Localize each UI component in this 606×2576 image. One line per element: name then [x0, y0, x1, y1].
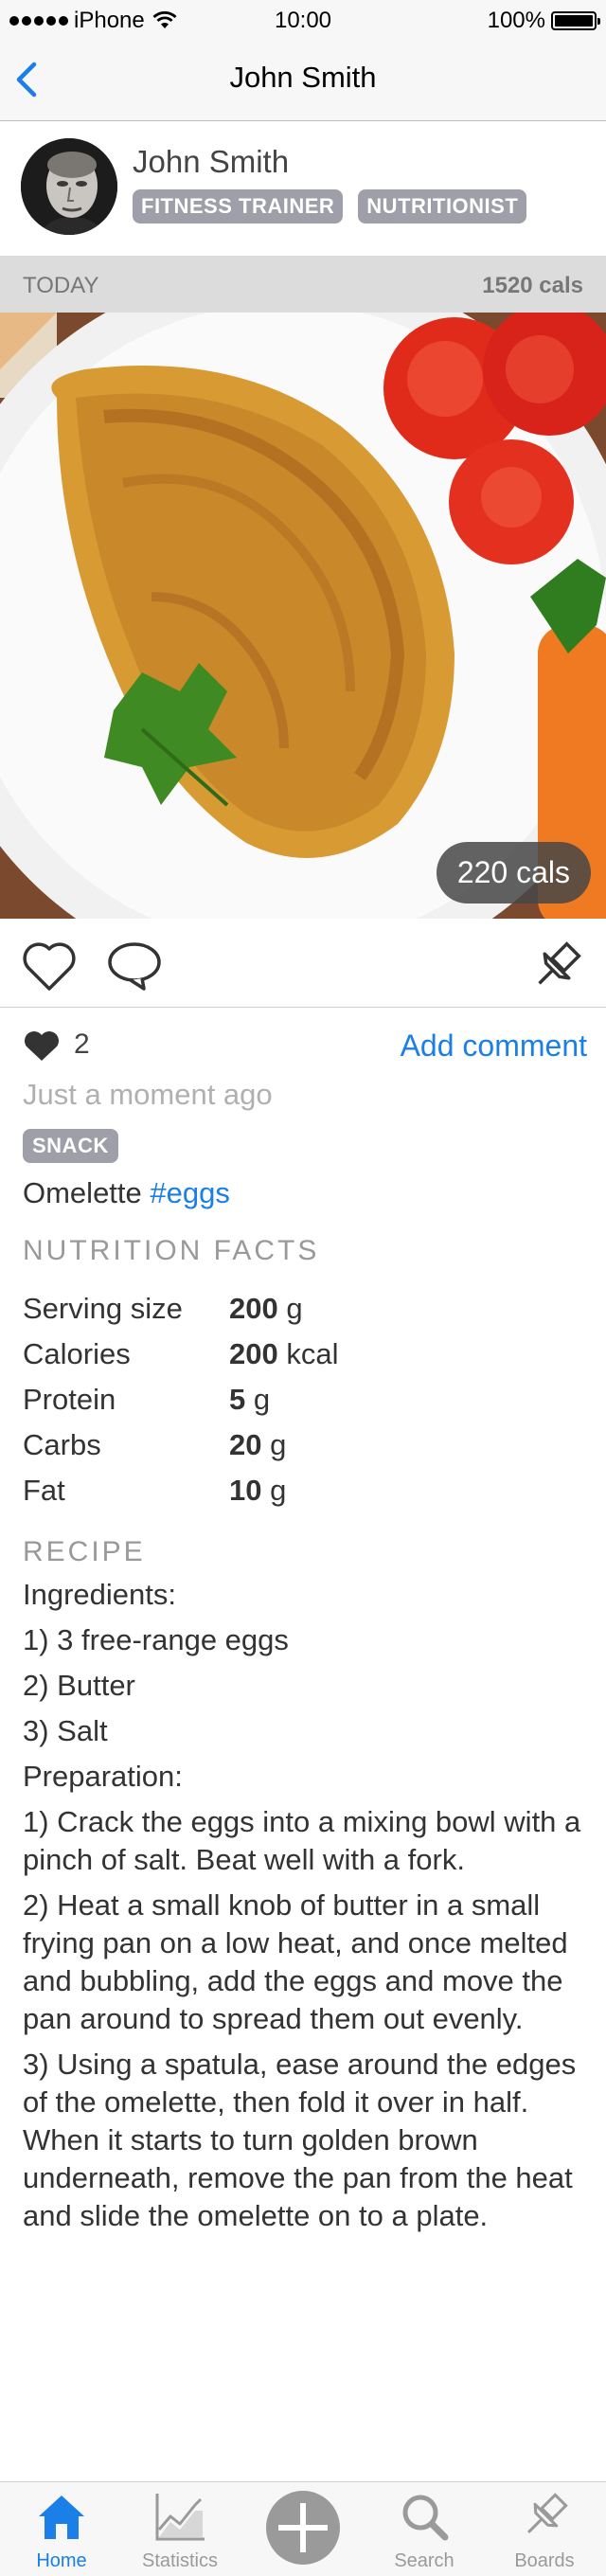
tab-bar: Home Statistics Search Boards	[0, 2481, 606, 2576]
nutrition-heading: NUTRITION FACTS	[23, 1235, 320, 1266]
recipe-line: 2) Heat a small knob of butter in a smal…	[23, 1888, 568, 2035]
nutrition-unit: g	[286, 1292, 303, 1325]
navigation-bar: John Smith	[0, 38, 606, 121]
page-title: John Smith	[229, 61, 377, 94]
nutrition-unit: g	[253, 1383, 271, 1416]
home-icon	[39, 2496, 84, 2539]
avatar[interactable]	[21, 138, 117, 235]
nutrition-label: Serving size	[23, 1292, 183, 1325]
nutrition-row: Serving size 200 g	[23, 1292, 339, 1337]
omelette-image	[0, 313, 606, 919]
recipe-line: Ingredients:	[23, 1578, 176, 1611]
day-calories: 1520 cals	[482, 273, 583, 298]
tab-search[interactable]: Search	[372, 2482, 476, 2576]
nutrition-value: 200	[229, 1292, 278, 1325]
status-bar: iPhone 10:00 100%	[0, 0, 606, 38]
tag-fitness-trainer: FITNESS TRAINER	[133, 189, 344, 224]
nutrition-value: 20	[229, 1428, 262, 1461]
nutrition-label: Protein	[23, 1383, 116, 1416]
nutrition-label: Fat	[23, 1474, 65, 1507]
nutrition-value-group: 20 g	[229, 1428, 286, 1474]
nutrition-value-group: 200 kcal	[229, 1337, 339, 1383]
tag-nutritionist: NUTRITIONIST	[358, 189, 527, 224]
pin-icon[interactable]	[528, 939, 585, 993]
nutrition-value-group: 10 g	[229, 1474, 286, 1519]
tab-boards-label: Boards	[514, 2550, 575, 2571]
tab-home[interactable]: Home	[9, 2482, 114, 2576]
post-description-text: Omelette	[23, 1176, 142, 1209]
battery-icon	[551, 11, 600, 30]
comment-bubble-icon[interactable]	[106, 939, 163, 993]
filled-heart-icon	[25, 1031, 59, 1061]
nutrition-value-group: 5 g	[229, 1383, 270, 1428]
avatar-photo	[21, 138, 117, 235]
nutrition-facts: Serving size 200 g Calories 200 kcal Pro…	[23, 1292, 339, 1519]
recipe-line: 3) Salt	[23, 1714, 108, 1747]
nutrition-label: Carbs	[23, 1428, 101, 1461]
nutrition-unit: g	[270, 1428, 287, 1461]
profile-header: John Smith FITNESS TRAINER NUTRITIONIST	[0, 121, 606, 254]
nutrition-value: 200	[229, 1337, 278, 1370]
recipe-line: 1) Crack the eggs into a mixing bowl wit…	[23, 1805, 581, 1876]
tab-boards[interactable]: Boards	[492, 2482, 597, 2576]
recipe-line: Preparation:	[23, 1760, 183, 1793]
nutrition-row: Calories 200 kcal	[23, 1337, 339, 1383]
post-description: Omelette #eggs	[23, 1176, 230, 1210]
post-timestamp: Just a moment ago	[23, 1078, 273, 1111]
recipe-line: 3) Using a spatula, ease around the edge…	[23, 2048, 577, 2232]
add-plus-button[interactable]	[265, 2490, 341, 2566]
recipe-line: 1) 3 free-range eggs	[23, 1623, 289, 1656]
likes-row: 2 Add comment	[23, 1027, 587, 1064]
nutrition-value: 10	[229, 1474, 262, 1507]
chart-icon	[155, 2494, 205, 2541]
recipe-body: Ingredients: 1) 3 free-range eggs 2) But…	[23, 1576, 581, 2243]
recipe-line: 2) Butter	[23, 1669, 135, 1702]
like-heart-icon[interactable]	[21, 939, 78, 993]
nutrition-row: Protein 5 g	[23, 1383, 339, 1428]
nutrition-row: Carbs 20 g	[23, 1428, 339, 1474]
profile-name: John Smith	[133, 144, 290, 179]
nutrition-unit: g	[270, 1474, 287, 1507]
tab-statistics[interactable]: Statistics	[128, 2482, 232, 2576]
food-photo[interactable]: 220 cals	[0, 313, 606, 919]
tab-statistics-label: Statistics	[141, 2550, 219, 2571]
day-summary-bar: TODAY 1520 cals	[0, 256, 606, 313]
nutrition-label: Calories	[23, 1337, 131, 1370]
nutrition-value-group: 200 g	[229, 1292, 303, 1337]
day-label: TODAY	[23, 273, 99, 298]
photo-calories-badge: 220 cals	[436, 842, 591, 903]
add-comment-link[interactable]: Add comment	[401, 1029, 587, 1064]
likes-count: 2	[74, 1029, 90, 1060]
nutrition-row: Fat 10 g	[23, 1474, 339, 1519]
hashtag-link[interactable]: #eggs	[150, 1176, 229, 1209]
meal-type-badge: SNACK	[23, 1129, 118, 1163]
profile-tags: FITNESS TRAINER NUTRITIONIST	[133, 189, 527, 224]
recipe-heading: RECIPE	[23, 1536, 146, 1567]
battery-group: 100%	[487, 8, 600, 34]
nutrition-value: 5	[229, 1383, 246, 1416]
battery-percent: 100%	[487, 8, 545, 33]
post-actions	[0, 919, 606, 1008]
pin-board-icon	[526, 2493, 568, 2534]
tab-home-label: Home	[36, 2550, 87, 2571]
tab-search-label: Search	[394, 2550, 454, 2571]
search-icon	[402, 2495, 449, 2541]
nutrition-unit: kcal	[286, 1337, 339, 1370]
